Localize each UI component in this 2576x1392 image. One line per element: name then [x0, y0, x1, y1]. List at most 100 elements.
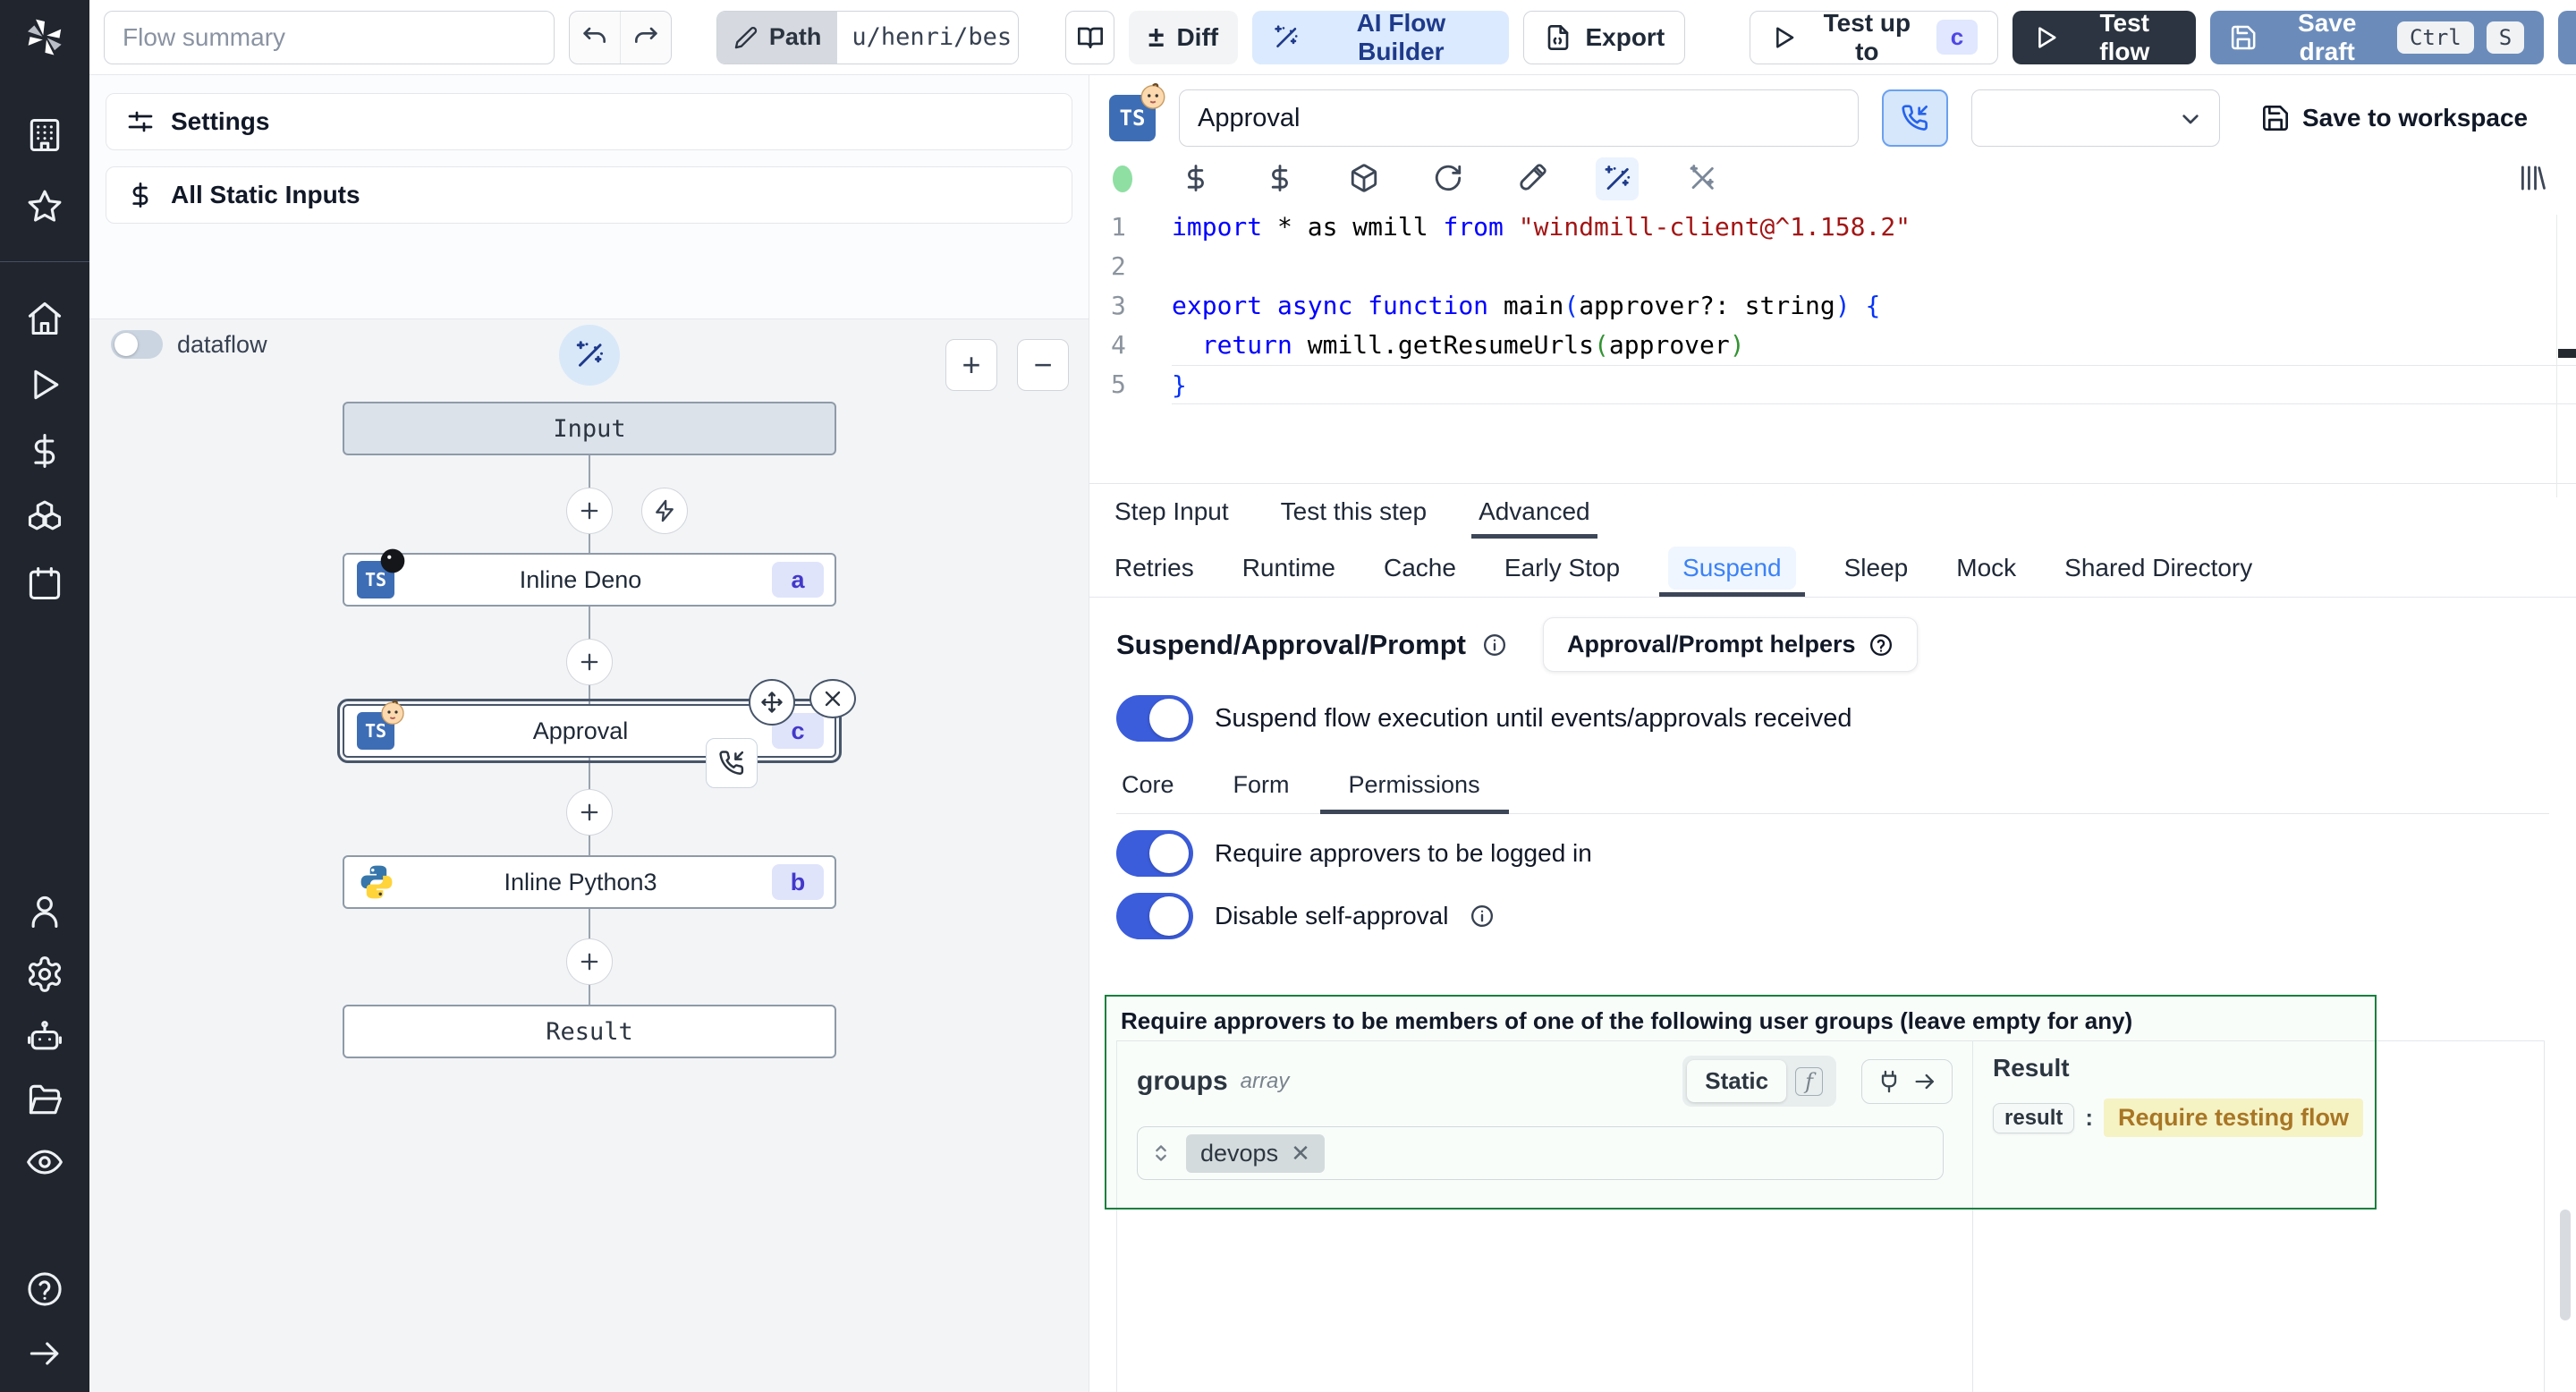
- static-mode-button[interactable]: Static: [1687, 1060, 1787, 1102]
- library-panel-icon[interactable]: [2512, 162, 2553, 197]
- step-node-c-approval[interactable]: TS Approval c: [337, 679, 856, 788]
- add-step-button[interactable]: [565, 789, 613, 836]
- diff-button[interactable]: ± Diff: [1128, 10, 1239, 64]
- javascript-mode-button[interactable]: f: [1795, 1066, 1823, 1096]
- step-tabs: Step Input Test this step Advanced: [1089, 483, 2576, 539]
- disable-self-approval-toggle[interactable]: [1116, 893, 1193, 939]
- deploy-button-partial[interactable]: [2558, 10, 2576, 64]
- step-node-a[interactable]: TS Inline Deno a: [343, 548, 836, 607]
- workers-bot-icon[interactable]: [24, 1016, 65, 1057]
- dataflow-toggle[interactable]: [111, 330, 163, 359]
- tab-test-this-step[interactable]: Test this step: [1281, 484, 1427, 539]
- resources-boxes-icon[interactable]: [24, 497, 65, 538]
- settings-label: Settings: [171, 107, 270, 135]
- ai-wand-active-icon[interactable]: [1596, 157, 1639, 200]
- test-up-to-button[interactable]: Test up to c: [1750, 9, 1999, 65]
- tab-suspend[interactable]: Suspend: [1659, 539, 1805, 597]
- runs-play-icon[interactable]: [24, 364, 65, 405]
- tag-select[interactable]: [1971, 89, 2220, 147]
- help-icon[interactable]: [24, 1269, 65, 1310]
- undo-button[interactable]: [570, 12, 620, 64]
- favorites-star-icon[interactable]: [24, 186, 65, 227]
- ai-wand-off-icon[interactable]: [1682, 162, 1723, 197]
- export-button[interactable]: Export: [1523, 10, 1686, 64]
- ai-flow-builder-button[interactable]: AI Flow Builder: [1252, 9, 1510, 65]
- connect-input-button[interactable]: [1861, 1058, 1953, 1104]
- topbar: Path u/henri/bes ± Diff AI Flow Builder …: [89, 0, 2576, 75]
- test-flow-button[interactable]: Test flow: [2012, 9, 2197, 65]
- tab-cache[interactable]: Cache: [1384, 539, 1456, 597]
- tab-step-input[interactable]: Step Input: [1114, 484, 1229, 539]
- step-node-b[interactable]: Inline Python3 b: [343, 855, 836, 909]
- settings-gear-icon[interactable]: [24, 954, 65, 995]
- panel-scrollbar-thumb[interactable]: [2560, 1210, 2571, 1320]
- folders-icon[interactable]: [24, 1079, 65, 1120]
- docs-book-button[interactable]: [1065, 10, 1114, 64]
- zoom-in-button[interactable]: +: [945, 339, 997, 391]
- add-trigger-zap-button[interactable]: [640, 488, 688, 534]
- all-static-inputs-card[interactable]: All Static Inputs: [106, 166, 1072, 224]
- variables-dollar-icon[interactable]: [1175, 162, 1216, 197]
- remove-tag-icon[interactable]: ✕: [1291, 1140, 1310, 1167]
- audit-eye-icon[interactable]: [24, 1142, 65, 1183]
- path-chip[interactable]: Path u/henri/bes: [716, 10, 1020, 64]
- home-icon[interactable]: [24, 298, 65, 339]
- tab-sleep[interactable]: Sleep: [1844, 539, 1909, 597]
- workspace-building-icon[interactable]: [24, 115, 65, 156]
- package-reload-icon[interactable]: [1343, 162, 1385, 197]
- result-preview-column: Result result : Require testing flow: [1972, 1041, 2544, 1392]
- redo-button[interactable]: [620, 11, 671, 64]
- tab-retries[interactable]: Retries: [1114, 539, 1194, 597]
- editor-status-dot: [1113, 166, 1132, 192]
- add-step-button[interactable]: [565, 488, 613, 534]
- colon: :: [2085, 1104, 2094, 1131]
- tab-permissions[interactable]: Permissions: [1319, 770, 1509, 814]
- add-step-button[interactable]: [565, 938, 613, 985]
- wand-sparkles-icon: [1272, 23, 1300, 52]
- suspend-phone-button[interactable]: [1882, 89, 1948, 147]
- delete-step-button[interactable]: [809, 679, 856, 718]
- tab-advanced[interactable]: Advanced: [1471, 484, 1597, 539]
- zoom-out-button[interactable]: −: [1017, 339, 1069, 391]
- diff-label: Diff: [1176, 22, 1219, 51]
- result-node[interactable]: Result: [343, 1005, 836, 1058]
- dataflow-label: dataflow: [177, 330, 267, 358]
- editor-scrollbar[interactable]: [2556, 215, 2557, 497]
- play-icon: [2032, 23, 2060, 52]
- collapse-arrow-icon[interactable]: [24, 1333, 65, 1374]
- input-node-label: Input: [553, 414, 626, 443]
- variables-dollar-icon[interactable]: [24, 430, 65, 471]
- save-to-workspace-button[interactable]: Save to workspace: [2256, 103, 2533, 133]
- tab-mock[interactable]: Mock: [1956, 539, 2016, 597]
- tab-shared-directory[interactable]: Shared Directory: [2064, 539, 2252, 597]
- flow-summary-input[interactable]: [104, 10, 555, 64]
- step-id-badge: b: [772, 864, 824, 900]
- format-brush-icon[interactable]: [1512, 162, 1553, 197]
- require-login-toggle[interactable]: [1116, 830, 1193, 877]
- add-step-button[interactable]: [565, 639, 613, 685]
- require-login-label: Require approvers to be logged in: [1215, 839, 1592, 867]
- graph-ai-wand-button[interactable]: [558, 325, 620, 386]
- tab-early-stop[interactable]: Early Stop: [1504, 539, 1620, 597]
- tab-form[interactable]: Form: [1228, 770, 1295, 813]
- tab-core[interactable]: Core: [1116, 770, 1180, 813]
- move-step-button[interactable]: [749, 679, 795, 726]
- save-icon: [2261, 104, 2290, 132]
- suspend-flow-toggle[interactable]: [1116, 695, 1193, 742]
- resources-dollar-icon[interactable]: [1259, 162, 1301, 197]
- users-icon[interactable]: [24, 891, 65, 932]
- code-editor[interactable]: 12345 import * as wmill from "windmill-c…: [1089, 204, 2576, 483]
- input-node[interactable]: Input: [343, 402, 836, 455]
- approval-prompt-helpers-button[interactable]: Approval/Prompt helpers: [1542, 617, 1918, 672]
- save-draft-button[interactable]: Save draft Ctrl S: [2210, 9, 2545, 65]
- schedules-calendar-icon[interactable]: [24, 563, 65, 604]
- step-name-input[interactable]: [1179, 89, 1859, 147]
- plus-minus-icon: ±: [1148, 21, 1165, 53]
- refresh-assistant-icon[interactable]: [1428, 162, 1469, 197]
- disable-self-approval-label: Disable self-approval: [1215, 902, 1449, 929]
- result-preview-title: Result: [1993, 1054, 2070, 1082]
- groups-field-column: groups array Static f devops ✕: [1117, 1041, 1972, 1392]
- flow-settings-card[interactable]: Settings: [106, 93, 1072, 150]
- tab-runtime[interactable]: Runtime: [1242, 539, 1335, 597]
- groups-array-input[interactable]: devops ✕: [1137, 1126, 1944, 1180]
